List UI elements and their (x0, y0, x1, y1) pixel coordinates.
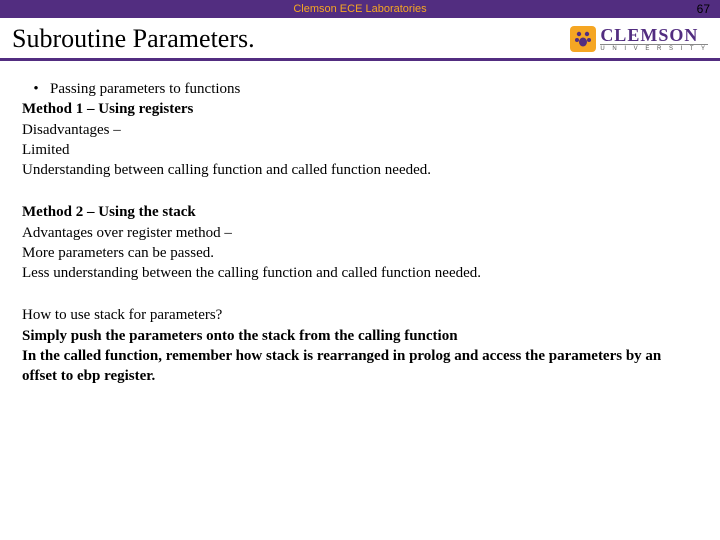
page-number: 67 (697, 2, 710, 16)
b3-line2: Simply push the parameters onto the stac… (22, 326, 698, 346)
bullet-dot: • (22, 79, 50, 99)
b3-line1: How to use stack for parameters? (22, 305, 698, 325)
b2-line4: Less understanding between the calling f… (22, 263, 698, 283)
lab-label: Clemson ECE Laboratories (293, 3, 426, 15)
clemson-logo: CLEMSON U N I V E R S I T Y (570, 26, 708, 52)
b2-line2: Advantages over register method – (22, 223, 698, 243)
block-1: • Passing parameters to functions Method… (22, 79, 698, 180)
paw-icon (570, 26, 596, 52)
block-3: How to use stack for parameters? Simply … (22, 305, 698, 386)
b1-line1: Passing parameters to functions (50, 79, 240, 99)
wordmark: CLEMSON U N I V E R S I T Y (600, 26, 708, 52)
content-area: • Passing parameters to functions Method… (0, 61, 720, 426)
page-title: Subroutine Parameters. (12, 24, 255, 54)
wordmark-sub: U N I V E R S I T Y (600, 44, 708, 52)
block-2: Method 2 – Using the stack Advantages ov… (22, 202, 698, 283)
b2-line3: More parameters can be passed. (22, 243, 698, 263)
b1-line2: Method 1 – Using registers (22, 99, 698, 119)
b1-line5: Understanding between calling function a… (22, 160, 698, 180)
top-bar: Clemson ECE Laboratories (0, 0, 720, 18)
b2-line1: Method 2 – Using the stack (22, 202, 698, 222)
b1-line3: Disadvantages – (22, 120, 698, 140)
wordmark-main: CLEMSON (600, 26, 708, 44)
b1-line4: Limited (22, 140, 698, 160)
title-row: Subroutine Parameters. CLEMSON U N I V E… (0, 18, 720, 61)
b3-line3: In the called function, remember how sta… (22, 346, 698, 387)
